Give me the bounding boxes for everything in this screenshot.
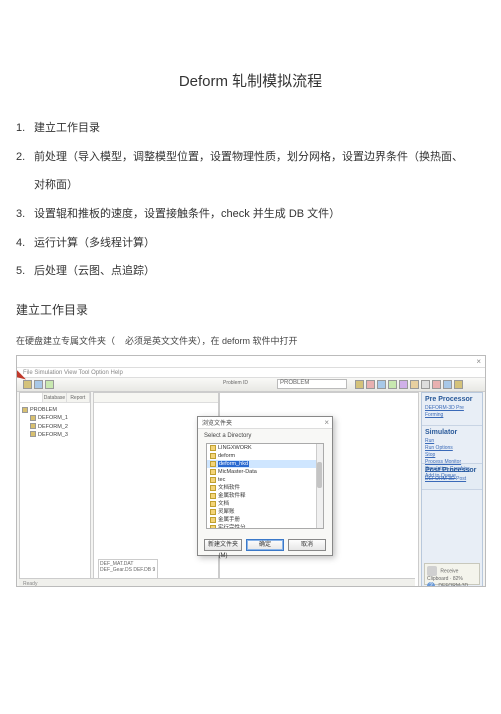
toolbar-icon[interactable]	[355, 380, 364, 389]
toolbar-icon[interactable]	[45, 380, 54, 389]
folder-icon	[30, 415, 36, 421]
tab-database[interactable]: Database	[43, 393, 66, 402]
step-5-text: 后处理（云图、点追踪）	[34, 265, 155, 277]
close-icon[interactable]: ×	[324, 418, 329, 427]
close-icon[interactable]: ×	[476, 357, 481, 366]
pre-link[interactable]: DEFORM-3D Pre	[425, 405, 479, 412]
folder-icon	[210, 501, 216, 507]
sim-link[interactable]: Run Options	[425, 445, 479, 452]
step-2: 2.前处理（导入模型，调整模型位置，设置物理性质，划分网格，设置边界条件（换热面…	[16, 148, 485, 167]
problem-id-label: Problem ID	[223, 380, 248, 386]
folder-icon	[210, 517, 216, 523]
folder-icon	[22, 407, 28, 413]
folder-list[interactable]: LINGXWORKdeformdeform_hkdMicMaster-Datat…	[206, 443, 324, 529]
toolbar-icon[interactable]	[366, 380, 375, 389]
folder-icon	[30, 431, 36, 437]
toolbar: Problem ID PROBLEM	[17, 378, 485, 392]
tree-item[interactable]: DEFORM_2	[30, 423, 88, 431]
folder-icon	[210, 525, 216, 529]
scroll-thumb[interactable]	[317, 462, 322, 488]
toolbar-icon[interactable]	[432, 380, 441, 389]
toolbar-icon[interactable]	[454, 380, 463, 389]
status-bar: Ready	[19, 578, 415, 587]
tree-pane: Database Report PROBLEM DEFORM_1 DEFORM_…	[19, 392, 91, 587]
folder-list-item[interactable]: deform_hkd	[207, 460, 323, 468]
step-1: 1.建立工作目录	[16, 119, 485, 138]
step-4: 4.运行计算（多线程计算）	[16, 234, 485, 253]
tab-report[interactable]: Report	[67, 393, 90, 402]
toolbar-icon[interactable]	[443, 380, 452, 389]
folder-icon	[210, 485, 216, 491]
postprocessor-title: Post Processor	[425, 467, 479, 474]
sim-link[interactable]: Run	[425, 438, 479, 445]
step-5: 5.后处理（云图、点追踪）	[16, 262, 485, 281]
toolbar-icon[interactable]	[34, 380, 43, 389]
problem-id-field[interactable]: PROBLEM	[277, 379, 347, 389]
folder-browse-dialog: 浏览文件夹 × Select a Directory LINGXWORKdefo…	[197, 416, 333, 556]
menubar[interactable]: File Simulation View Tool Option Help	[17, 368, 485, 378]
scrollbar[interactable]	[316, 444, 323, 528]
step-2b: 对称面）	[34, 176, 485, 195]
window-titlebar: ×	[17, 356, 485, 368]
screenshot: × File Simulation View Tool Option Help …	[16, 355, 486, 587]
folder-list-item[interactable]: MicMaster-Data	[207, 468, 323, 476]
folder-list-item[interactable]: 金属手册	[207, 516, 323, 524]
tree-item[interactable]: DEFORM_1	[30, 414, 88, 422]
toolbar-icon[interactable]	[377, 380, 386, 389]
avatar-icon	[427, 566, 437, 576]
folder-icon	[30, 423, 36, 429]
folder-list-item[interactable]: 文档	[207, 500, 323, 508]
post-link[interactable]: DEFORM-3D Post	[425, 476, 479, 483]
help-icon[interactable]: ?	[427, 582, 435, 587]
toolbar-icon[interactable]	[421, 380, 430, 389]
new-folder-button[interactable]: 新建文件夹(M)	[204, 539, 242, 551]
folder-list-item[interactable]: 文档软件	[207, 484, 323, 492]
dialog-label: Select a Directory	[198, 429, 332, 441]
paragraph-1: 在硬盘建立专属文件夹（ 必须是英文文件夹），在 deform 软件中打开	[16, 334, 485, 347]
clipboard-status: Receive Clipboard · 82% ? DEFORM-3D V11.…	[424, 563, 480, 585]
folder-icon	[210, 469, 216, 475]
folder-list-item[interactable]: 灵犀账	[207, 508, 323, 516]
simulator-title: Simulator	[425, 429, 479, 436]
folder-list-item[interactable]: 金属软件释	[207, 492, 323, 500]
right-panel: Pre Processor DEFORM-3D Pre Forming Simu…	[421, 392, 483, 587]
toolbar-icon[interactable]	[410, 380, 419, 389]
step-1-text: 建立工作目录	[34, 122, 100, 134]
tab-explorer[interactable]	[20, 393, 43, 402]
toolbar-icon[interactable]	[388, 380, 397, 389]
toolbar-icon[interactable]	[399, 380, 408, 389]
step-4-text: 运行计算（多线程计算）	[34, 237, 155, 249]
dialog-title: 浏览文件夹 ×	[198, 417, 332, 429]
folder-icon	[210, 445, 216, 451]
list-toolbar	[94, 393, 218, 403]
step-3: 3.设置辊和推板的速度，设置接触条件，check 并生成 DB 文件）	[16, 205, 485, 224]
step-2-text: 前处理（导入模型，调整模型位置，设置物理性质，划分网格，设置边界条件（换热面、	[34, 151, 463, 163]
folder-list-item[interactable]: 实行完性分	[207, 524, 323, 529]
folder-list-item[interactable]: LINGXWORK	[207, 444, 323, 452]
tree-item[interactable]: DEFORM_3	[30, 431, 88, 439]
folder-icon	[210, 477, 216, 483]
folder-list-item[interactable]: tec	[207, 476, 323, 484]
section-heading: 建立工作目录	[16, 301, 485, 318]
sim-link[interactable]: Stop	[425, 452, 479, 459]
folder-icon	[210, 493, 216, 499]
folder-icon	[210, 453, 216, 459]
folder-icon	[210, 509, 216, 515]
step-3-text: 设置辊和推板的速度，设置接触条件，check 并生成 DB 文件）	[34, 208, 340, 220]
page-title: Deform 轧制模拟流程	[16, 70, 485, 91]
folder-list-item[interactable]: deform	[207, 452, 323, 460]
preprocessor-title: Pre Processor	[425, 396, 479, 403]
folder-icon	[210, 461, 216, 467]
pre-link[interactable]: Forming	[425, 412, 479, 419]
cancel-button[interactable]: 取消	[288, 539, 326, 551]
ok-button[interactable]: 确定	[246, 539, 284, 551]
tree-root[interactable]: PROBLEM	[22, 406, 88, 414]
